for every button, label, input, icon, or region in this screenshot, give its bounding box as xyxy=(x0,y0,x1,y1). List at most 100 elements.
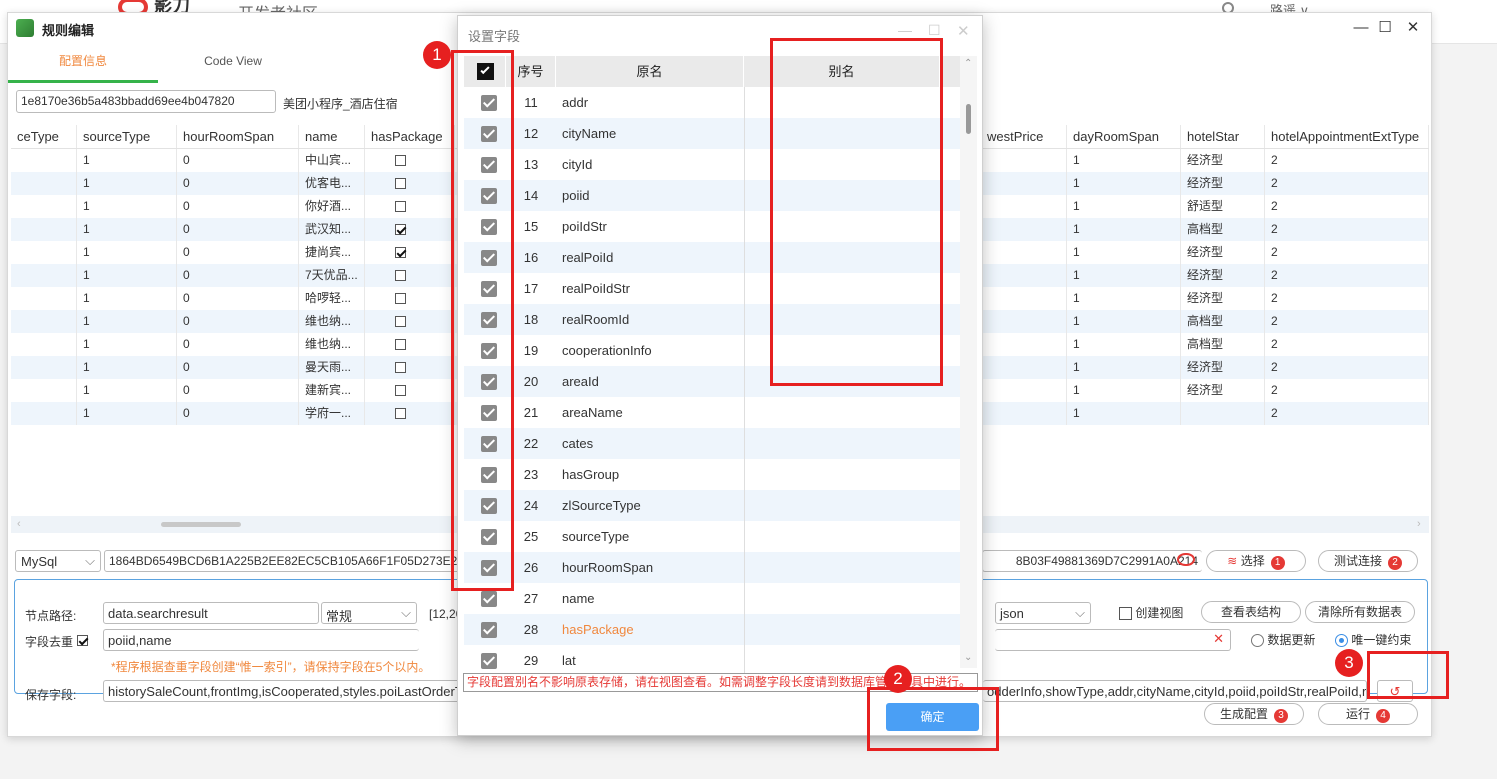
has-package-checkbox[interactable] xyxy=(395,362,406,374)
table-cell[interactable]: 7天优品... xyxy=(299,264,365,287)
generate-config-button[interactable]: 生成配置 3 xyxy=(1204,703,1304,725)
table-cell[interactable] xyxy=(365,356,455,379)
table-cell[interactable]: 维也纳... xyxy=(299,333,365,356)
table-cell[interactable]: 1 xyxy=(1067,287,1181,310)
select-db-button[interactable]: ≋ 选择 1 xyxy=(1206,550,1306,572)
table-cell[interactable]: 1 xyxy=(77,287,177,310)
table-cell[interactable]: 0 xyxy=(177,333,299,356)
close-button[interactable]: ✕ xyxy=(1400,17,1426,39)
list-item[interactable]: 21 areaName xyxy=(464,397,960,428)
field-alias-cell[interactable] xyxy=(744,428,940,459)
table-cell[interactable]: 2 xyxy=(1265,241,1429,264)
list-item[interactable]: 22 cates xyxy=(464,428,960,459)
table-cell[interactable] xyxy=(981,172,1067,195)
table-cell[interactable]: 维也纳... xyxy=(299,310,365,333)
table-cell[interactable] xyxy=(11,379,77,402)
table-cell[interactable] xyxy=(981,310,1067,333)
table-cell[interactable]: 2 xyxy=(1265,195,1429,218)
table-cell[interactable] xyxy=(365,402,455,425)
has-package-checkbox[interactable] xyxy=(395,224,406,236)
list-item[interactable]: 28 hasPackage xyxy=(464,614,960,645)
table-cell[interactable] xyxy=(11,356,77,379)
table-cell[interactable]: 2 xyxy=(1265,172,1429,195)
table-cell[interactable] xyxy=(981,149,1067,172)
col-header[interactable]: ceType xyxy=(11,125,77,148)
table-cell[interactable]: 1 xyxy=(77,402,177,425)
table-cell[interactable]: 2 xyxy=(1265,310,1429,333)
format-select[interactable]: json ⌵ xyxy=(995,602,1091,624)
dedup-checkbox[interactable] xyxy=(77,633,88,647)
table-cell[interactable] xyxy=(365,264,455,287)
table-cell[interactable]: 经济型 xyxy=(1181,149,1265,172)
list-item[interactable]: 25 sourceType xyxy=(464,521,960,552)
table-cell[interactable]: 经济型 xyxy=(1181,172,1265,195)
has-package-checkbox[interactable] xyxy=(395,247,406,259)
table-cell[interactable]: 经济型 xyxy=(1181,287,1265,310)
create-view-checkbox[interactable]: 创建视图 xyxy=(1119,604,1183,621)
table-cell[interactable] xyxy=(11,241,77,264)
table-cell[interactable]: 高档型 xyxy=(1181,333,1265,356)
table-cell[interactable]: 0 xyxy=(177,402,299,425)
table-cell[interactable]: 经济型 xyxy=(1181,264,1265,287)
table-cell[interactable]: 2 xyxy=(1265,356,1429,379)
table-cell[interactable]: 1 xyxy=(1067,333,1181,356)
table-cell[interactable]: 0 xyxy=(177,149,299,172)
field-checkbox[interactable] xyxy=(481,591,497,607)
col-header[interactable]: hotelStar xyxy=(1181,125,1265,148)
has-package-checkbox[interactable] xyxy=(395,293,406,305)
table-cell[interactable]: 1 xyxy=(1067,264,1181,287)
scroll-down-icon[interactable]: ⌄ xyxy=(964,652,972,663)
list-item[interactable]: 26 hourRoomSpan xyxy=(464,552,960,583)
table-cell[interactable]: 0 xyxy=(177,287,299,310)
dialog-minimize-icon[interactable]: — xyxy=(898,22,912,38)
dedup-fields-input-tail[interactable]: ✕ xyxy=(995,629,1231,651)
view-structure-button[interactable]: 查看表结构 xyxy=(1201,601,1301,623)
table-cell[interactable]: 2 xyxy=(1265,264,1429,287)
list-item[interactable]: 24 zlSourceType xyxy=(464,490,960,521)
table-cell[interactable] xyxy=(11,149,77,172)
table-cell[interactable]: 2 xyxy=(1265,287,1429,310)
table-cell[interactable]: 1 xyxy=(77,379,177,402)
col-header[interactable]: hourRoomSpan xyxy=(177,125,299,148)
field-alias-cell[interactable] xyxy=(744,459,940,490)
col-header[interactable]: westPrice xyxy=(981,125,1067,148)
table-cell[interactable] xyxy=(11,333,77,356)
scroll-up-icon[interactable]: ⌃ xyxy=(964,58,972,69)
has-package-checkbox[interactable] xyxy=(395,408,406,420)
table-cell[interactable]: 学府一... xyxy=(299,402,365,425)
clear-x-icon[interactable]: ✕ xyxy=(1213,631,1224,647)
table-cell[interactable] xyxy=(11,287,77,310)
table-cell[interactable]: 1 xyxy=(77,172,177,195)
table-cell[interactable]: 高档型 xyxy=(1181,218,1265,241)
table-cell[interactable] xyxy=(365,241,455,264)
field-checkbox[interactable] xyxy=(481,622,497,638)
eye-icon[interactable] xyxy=(1177,553,1195,566)
table-cell[interactable] xyxy=(365,379,455,402)
table-cell[interactable] xyxy=(981,264,1067,287)
field-alias-cell[interactable] xyxy=(744,614,940,645)
dialog-close-icon[interactable]: ✕ xyxy=(957,22,970,40)
col-header-name[interactable]: 原名 xyxy=(556,56,744,87)
col-header[interactable]: hotelAppointmentExtType xyxy=(1265,125,1429,148)
table-cell[interactable]: 1 xyxy=(1067,149,1181,172)
table-cell[interactable]: 0 xyxy=(177,379,299,402)
table-cell[interactable]: 经济型 xyxy=(1181,379,1265,402)
table-cell[interactable] xyxy=(981,241,1067,264)
connection-string-tail[interactable]: 8B03F49881369D7C2991A0A214 xyxy=(982,550,1202,572)
table-cell[interactable]: 捷尚宾... xyxy=(299,241,365,264)
table-cell[interactable]: 0 xyxy=(177,310,299,333)
table-cell[interactable]: 哈啰轻... xyxy=(299,287,365,310)
table-cell[interactable] xyxy=(11,195,77,218)
table-cell[interactable]: 0 xyxy=(177,195,299,218)
table-cell[interactable]: 1 xyxy=(77,218,177,241)
col-header[interactable]: dayRoomSpan xyxy=(1067,125,1181,148)
save-fields-input[interactable]: historySaleCount,frontImg,isCooperated,s… xyxy=(103,680,463,702)
has-package-checkbox[interactable] xyxy=(395,155,406,167)
table-cell[interactable]: 经济型 xyxy=(1181,356,1265,379)
table-cell[interactable]: 1 xyxy=(1067,356,1181,379)
table-cell[interactable]: 1 xyxy=(1067,172,1181,195)
scroll-right-icon[interactable]: › xyxy=(1417,518,1421,530)
table-cell[interactable]: 0 xyxy=(177,172,299,195)
table-cell[interactable] xyxy=(365,333,455,356)
has-package-checkbox[interactable] xyxy=(395,201,406,213)
